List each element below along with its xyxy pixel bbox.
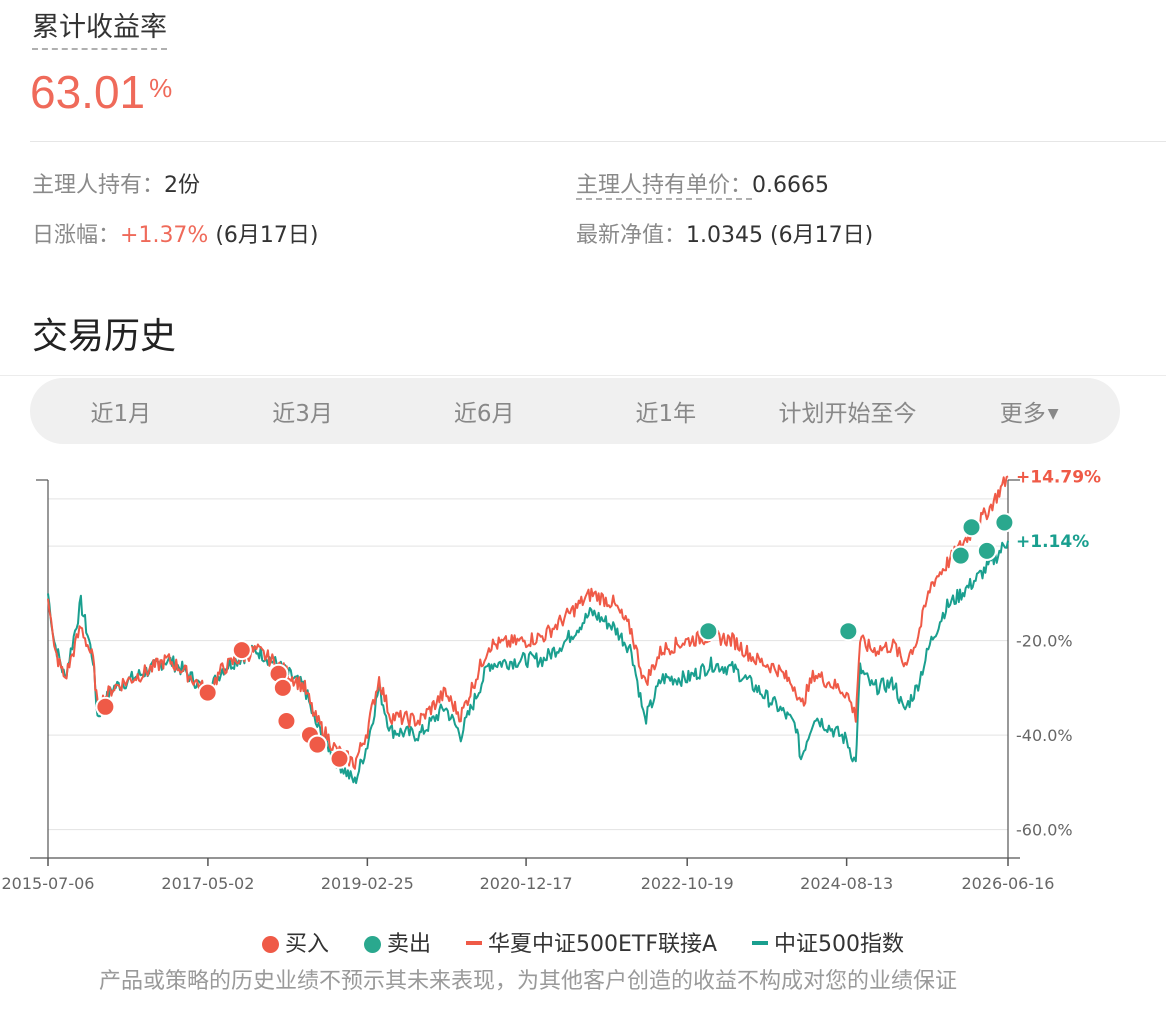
- tab-6m[interactable]: 近6月: [393, 394, 575, 428]
- nav-row: 最新净值：1.0345 (6月17日): [576, 221, 873, 251]
- cumulative-return-value: 63.01%: [30, 64, 172, 120]
- nav-label: 最新净值：: [576, 223, 687, 248]
- sell-marker: [698, 621, 719, 642]
- buy-marker: [307, 734, 328, 755]
- buy-marker: [197, 682, 218, 703]
- daily-change-value: +1.37%: [120, 223, 209, 248]
- y-tick-label: -40.0%: [1016, 726, 1073, 745]
- x-tick-label: 2017-05-02: [161, 874, 254, 893]
- section-divider: [0, 375, 1166, 376]
- legend-buy-label: 买入: [284, 932, 329, 957]
- cumulative-return-unit: %: [149, 73, 173, 103]
- daily-change-date: (6月17日): [215, 223, 319, 248]
- sell-marker: [838, 621, 859, 642]
- x-tick-label: 2022-10-19: [641, 874, 734, 893]
- holding-row: 主理人持有：2份: [32, 171, 200, 201]
- performance-chart: -20.0% -40.0% -60.0% 2015-07-06 2017-05-02 20…: [2, 467, 1102, 893]
- buy-marker: [329, 748, 350, 769]
- fund-line: [47, 475, 1009, 770]
- tab-since-start[interactable]: 计划开始至今: [757, 394, 939, 428]
- fund-line-icon: [465, 941, 482, 945]
- cumulative-return-label[interactable]: 累计收益率: [32, 10, 167, 50]
- period-tabs: 近1月 近3月 近6月 近1年 计划开始至今 更多 ▼: [30, 378, 1120, 444]
- x-tick-label: 2020-12-17: [480, 874, 573, 893]
- legend-buy[interactable]: 买入: [261, 928, 329, 962]
- x-tick-label: 2015-07-06: [2, 874, 95, 893]
- buy-marker: [276, 710, 297, 731]
- unit-price-value: 0.6665: [752, 173, 829, 198]
- index-line-icon: [752, 941, 769, 945]
- daily-change-label: 日涨幅：: [32, 223, 121, 248]
- tab-3m[interactable]: 近3月: [212, 394, 394, 428]
- legend-index[interactable]: 中证500指数: [752, 928, 904, 962]
- sell-marker: [976, 540, 997, 561]
- legend-sell-label: 卖出: [386, 932, 431, 957]
- sell-marker: [994, 512, 1015, 533]
- caret-down-icon: ▼: [1047, 406, 1059, 422]
- x-tick-label: 2026-06-16: [962, 874, 1055, 893]
- buy-marker: [231, 640, 252, 661]
- legend-sell[interactable]: 卖出: [363, 928, 431, 962]
- cumulative-return-number: 63.01: [30, 66, 146, 118]
- unit-price-label[interactable]: 主理人持有单价：: [576, 173, 753, 200]
- nav-date: (6月17日): [770, 223, 874, 248]
- tab-1m[interactable]: 近1月: [30, 394, 212, 428]
- index-end-label: +1.14%: [1016, 532, 1089, 552]
- x-tick-label: 2019-02-25: [321, 874, 414, 893]
- legend-fund[interactable]: 华夏中证500ETF联接A: [465, 928, 718, 962]
- buy-dot-icon: [261, 936, 279, 953]
- chart-labels: -20.0% -40.0% -60.0% 2015-07-06 2017-05-02 20…: [2, 467, 1102, 893]
- chart-series: [47, 475, 1009, 785]
- y-tick-label: -60.0%: [1016, 821, 1073, 840]
- x-tick-label: 2024-08-13: [800, 874, 893, 893]
- sell-marker: [950, 545, 971, 566]
- tab-more-label: 更多: [999, 401, 1046, 427]
- fund-end-label: +14.79%: [1016, 467, 1101, 487]
- holding-value: 2份: [164, 173, 201, 198]
- chart-axes: [30, 479, 1020, 866]
- sell-dot-icon: [363, 936, 381, 953]
- legend-fund-label: 华夏中证500ETF联接A: [487, 932, 718, 957]
- nav-value: 1.0345: [686, 223, 763, 248]
- unit-price-row: 主理人持有单价：0.6665: [576, 171, 829, 201]
- section-title-trade-history: 交易历史: [32, 316, 177, 357]
- sell-marker: [961, 517, 982, 538]
- tab-more[interactable]: 更多 ▼: [938, 394, 1120, 428]
- chart-legend: 买入 卖出 华夏中证500ETF联接A 中证500指数: [0, 928, 1166, 962]
- tab-1y[interactable]: 近1年: [575, 394, 757, 428]
- buy-marker: [272, 677, 293, 698]
- daily-change-row: 日涨幅：+1.37% (6月17日): [32, 221, 319, 251]
- y-tick-label: -20.0%: [1016, 632, 1073, 651]
- disclaimer: 产品或策略的历史业绩不预示其未来表现，为其他客户创造的收益不构成对您的业绩保证: [98, 969, 957, 994]
- index-line: [47, 540, 1009, 785]
- legend-index-label: 中证500指数: [774, 932, 905, 957]
- summary-divider: [30, 141, 1166, 142]
- buy-marker: [95, 696, 116, 717]
- holding-label: 主理人持有：: [32, 173, 165, 198]
